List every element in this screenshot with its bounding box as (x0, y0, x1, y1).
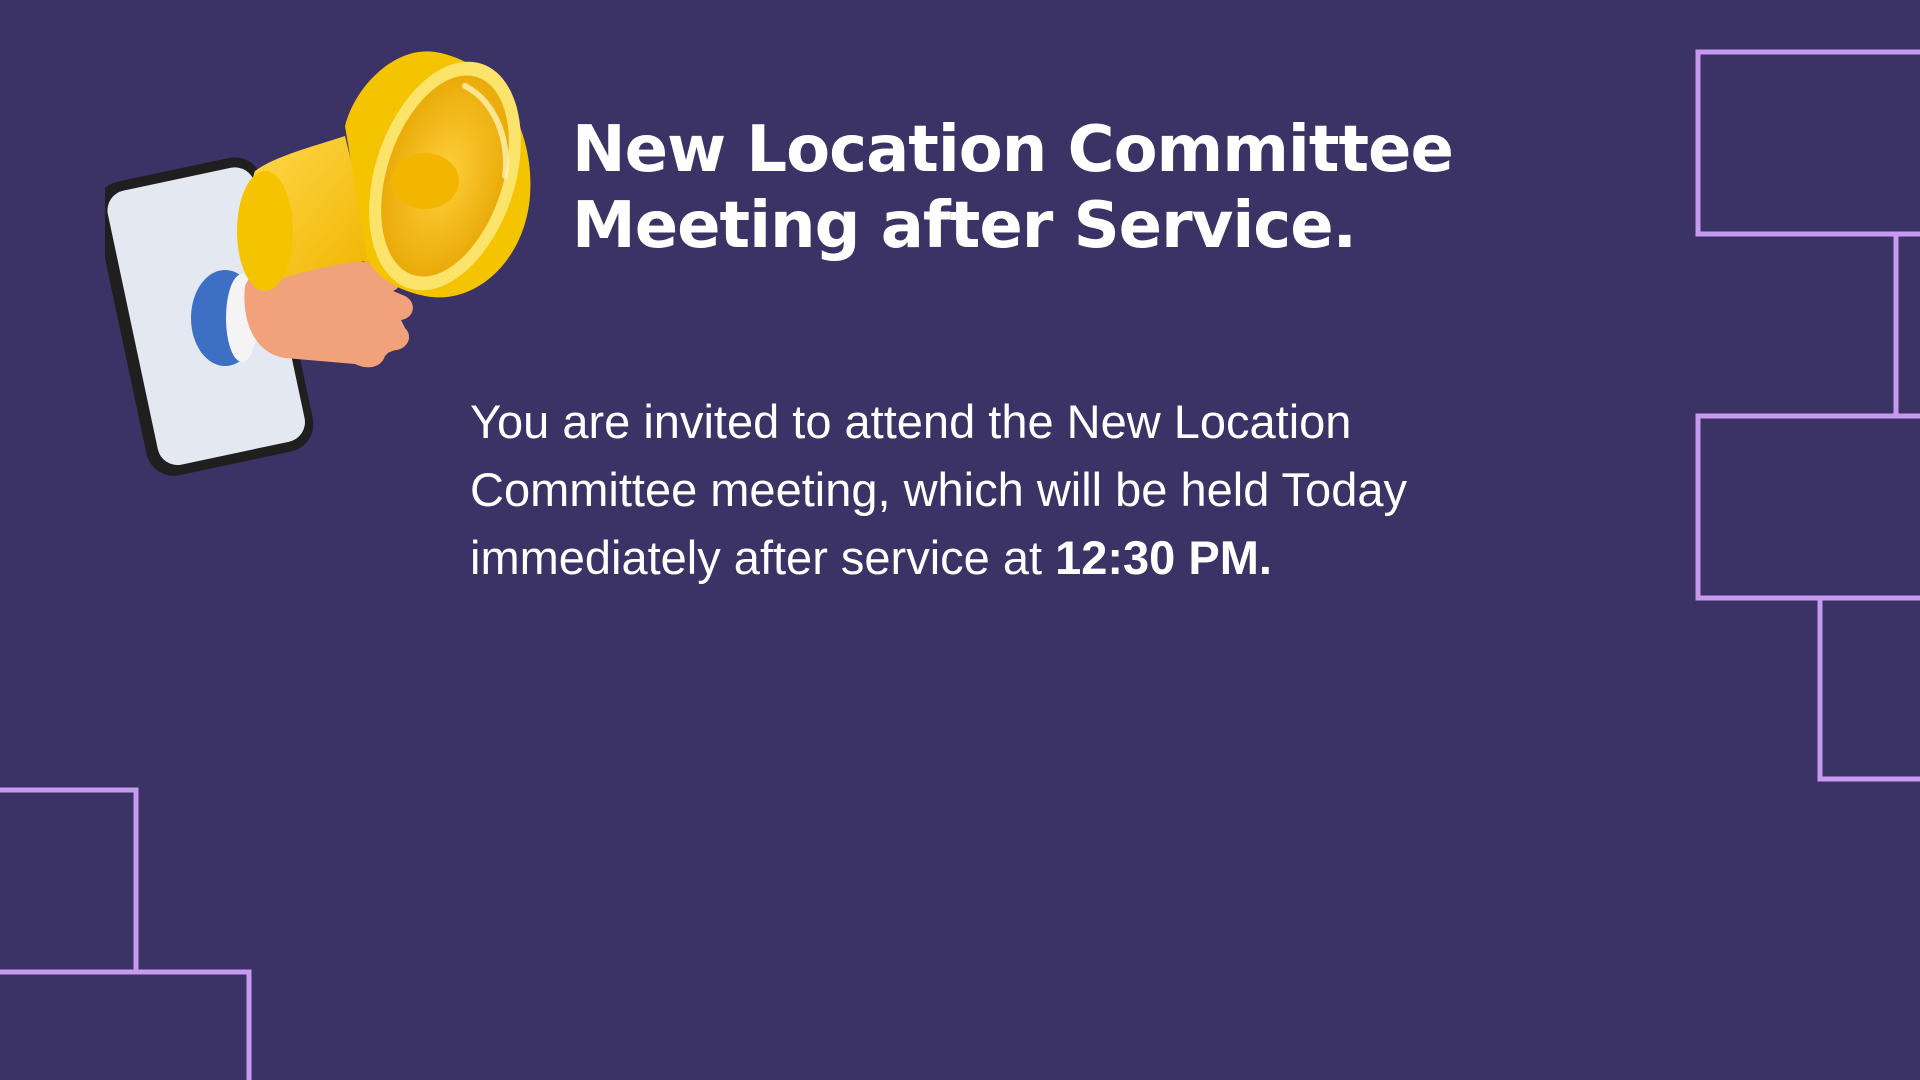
body-line-3-text: immediately after service at (470, 531, 1056, 584)
deco-box-left-1 (0, 787, 139, 972)
title-line-2: Meeting after Service. (572, 189, 1357, 263)
megaphone-body (237, 51, 531, 298)
body-line-1: You are invited to attend the New Locati… (470, 395, 1352, 448)
body-line-3: immediately after service at 12:30 PM. (470, 524, 1620, 592)
meeting-time: 12:30 PM. (1055, 531, 1272, 584)
deco-box-left-2 (0, 969, 252, 1080)
deco-box-right-3 (1817, 598, 1920, 782)
announcement-slide: New Location Committee Meeting after Ser… (0, 0, 1920, 1080)
deco-box-right-2 (1695, 413, 1920, 601)
deco-box-right-1 (1695, 49, 1920, 237)
title-line-1: New Location Committee (572, 113, 1454, 187)
page-title: New Location Committee Meeting after Ser… (572, 112, 1572, 264)
invitation-text: You are invited to attend the New Locati… (470, 388, 1620, 592)
body-line-2: Committee meeting, which will be held To… (470, 463, 1407, 516)
